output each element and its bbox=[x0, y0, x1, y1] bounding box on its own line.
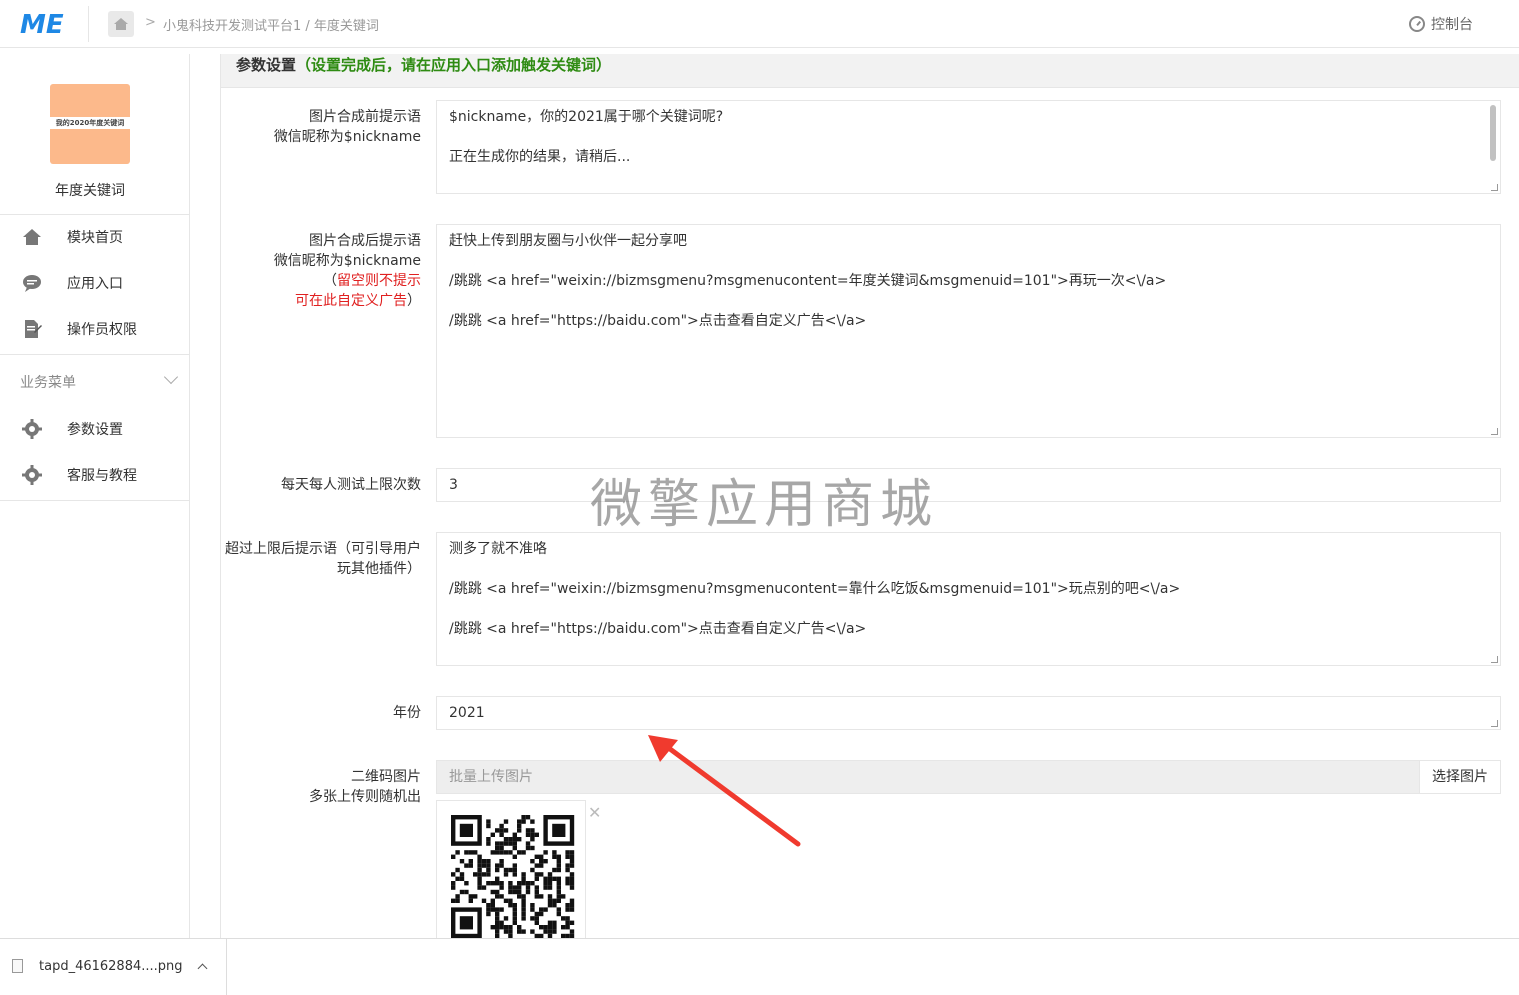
textarea-line: /跳跳 <a href="weixin://bizmsgmenu?msgmenu… bbox=[449, 273, 1167, 289]
label-text: （ bbox=[323, 273, 337, 289]
resize-handle[interactable] bbox=[1491, 656, 1498, 663]
chevron-right-icon: > bbox=[145, 15, 156, 30]
textarea-line: /跳跳 <a href="https://baidu.com">点击查看自定义广… bbox=[449, 621, 867, 637]
panel-left-border bbox=[220, 54, 221, 938]
console-link[interactable]: 控制台 bbox=[1409, 14, 1473, 34]
resize-handle[interactable] bbox=[1491, 184, 1498, 191]
label-line: 微信昵称为$nickname bbox=[273, 253, 421, 269]
console-label: 控制台 bbox=[1431, 17, 1473, 33]
business-menu-title[interactable]: 业务菜单 bbox=[20, 372, 76, 392]
batch-upload-input[interactable]: 批量上传图片 bbox=[437, 761, 1420, 793]
qrcode-label: 二维码图片 多张上传则随机出 bbox=[309, 767, 421, 807]
label-line: 图片合成前提示语 bbox=[309, 109, 421, 125]
label-line: 超过上限后提示语（可引导用户 bbox=[225, 541, 421, 557]
label-line: 微信昵称为$nickname bbox=[273, 129, 421, 145]
label-line: 玩其他插件） bbox=[337, 561, 421, 577]
red-arrow-annotation bbox=[648, 735, 801, 847]
top-header: ME > 小鬼科技开发测试平台1 / 年度关键词 控制台 bbox=[0, 0, 1519, 48]
dashboard-icon bbox=[1409, 16, 1425, 32]
sidebar-item-label: 参数设置 bbox=[67, 422, 123, 438]
label-warning-text: 留空则不提示 bbox=[337, 273, 421, 289]
textarea-line: /跳跳 <a href="weixin://bizmsgmenu?msgmenu… bbox=[449, 581, 1181, 597]
gear-icon bbox=[22, 419, 42, 439]
me-logo[interactable]: ME bbox=[20, 10, 68, 38]
sidebar-divider bbox=[0, 354, 190, 355]
label-text: ） bbox=[407, 293, 421, 309]
resize-handle[interactable] bbox=[1491, 428, 1498, 435]
chevron-down-icon[interactable] bbox=[163, 369, 179, 385]
watermark: 微擎应用商城 bbox=[590, 475, 939, 535]
panel-title: 参数设置 bbox=[236, 56, 297, 74]
sidebar-item-app-entry[interactable]: 应用入口 bbox=[0, 260, 190, 306]
over-limit-label: 超过上限后提示语（可引导用户 玩其他插件） bbox=[225, 539, 421, 579]
before-prompt-label: 图片合成前提示语 微信昵称为$nickname bbox=[274, 107, 421, 147]
select-image-button[interactable]: 选择图片 bbox=[1419, 761, 1500, 793]
sidebar-item-support-tutorial[interactable]: 客服与教程 bbox=[0, 452, 190, 498]
sidebar-item-operator-permissions[interactable]: 操作员权限 bbox=[0, 306, 190, 352]
after-prompt-label: 图片合成后提示语 微信昵称为$nickname （留空则不提示 可在此自定义广告… bbox=[274, 231, 421, 311]
qrcode-thumbnail bbox=[436, 800, 586, 940]
qrcode-image bbox=[451, 815, 575, 939]
breadcrumb[interactable]: 小鬼科技开发测试平台1 / 年度关键词 bbox=[163, 15, 379, 34]
close-icon[interactable]: ✕ bbox=[588, 803, 601, 822]
textarea-line: /跳跳 <a href="https://baidu.com">点击查看自定义广… bbox=[449, 313, 867, 329]
download-bar: tapd_46162884....png bbox=[0, 938, 1519, 995]
sidebar-item-module-home[interactable]: 模块首页 bbox=[0, 214, 190, 260]
sidebar-item-label: 操作员权限 bbox=[67, 322, 137, 338]
home-icon bbox=[114, 18, 128, 30]
chat-bubble-icon bbox=[23, 275, 41, 292]
sidebar-item-label: 应用入口 bbox=[67, 276, 123, 292]
home-button[interactable] bbox=[108, 11, 134, 37]
app-thumbnail: 我的2020年度关键词 bbox=[50, 84, 130, 164]
panel-hint: （设置完成后，请在应用入口添加触发关键词） bbox=[296, 56, 612, 74]
textarea-line: 正在生成你的结果，请稍后... bbox=[449, 149, 631, 165]
textarea-line: 赶快上传到朋友圈与小伙伴一起分享吧 bbox=[449, 233, 687, 249]
qrcode-upload-field: 批量上传图片 选择图片 bbox=[436, 760, 1501, 794]
textarea-line: 测多了就不准咯 bbox=[449, 541, 547, 557]
download-item[interactable]: tapd_46162884....png bbox=[0, 939, 227, 995]
label-line: 多张上传则随机出 bbox=[309, 789, 421, 805]
svg-text:ME: ME bbox=[20, 10, 64, 38]
textarea-line: $nickname，你的2021属于哪个关键词呢? bbox=[449, 109, 724, 125]
label-line: （留空则不提示 bbox=[274, 271, 421, 291]
over-limit-textarea[interactable]: 测多了就不准咯 /跳跳 <a href="weixin://bizmsgmenu… bbox=[436, 532, 1501, 666]
label-line: 图片合成后提示语 bbox=[309, 233, 421, 249]
chevron-up-icon[interactable] bbox=[197, 963, 208, 974]
app-name: 年度关键词 bbox=[55, 183, 125, 199]
header-divider bbox=[88, 6, 89, 42]
sidebar-item-label: 客服与教程 bbox=[67, 468, 137, 484]
label-line: 可在此自定义广告） bbox=[274, 291, 421, 311]
file-icon bbox=[12, 959, 23, 973]
after-prompt-textarea[interactable]: 赶快上传到朋友圈与小伙伴一起分享吧 /跳跳 <a href="weixin://… bbox=[436, 224, 1501, 438]
before-prompt-textarea[interactable]: $nickname，你的2021属于哪个关键词呢? 正在生成你的结果，请稍后..… bbox=[436, 100, 1501, 194]
edit-document-icon bbox=[25, 320, 42, 338]
sidebar: 我的2020年度关键词 年度关键词 模块首页 应用入口 操作员权限 业务菜单 参… bbox=[0, 54, 190, 938]
year-value: 2021 bbox=[449, 705, 485, 721]
sidebar-item-label: 模块首页 bbox=[67, 230, 123, 246]
panel-heading: 参数设置（设置完成后，请在应用入口添加触发关键词） bbox=[221, 54, 1519, 88]
label-line: 二维码图片 bbox=[351, 769, 421, 785]
year-label: 年份 bbox=[393, 705, 421, 721]
download-filename: tapd_46162884....png bbox=[39, 959, 183, 974]
sidebar-item-parameter-settings[interactable]: 参数设置 bbox=[0, 406, 190, 452]
home-icon bbox=[23, 229, 41, 245]
label-warning-text: 可在此自定义广告 bbox=[295, 293, 407, 309]
sidebar-divider bbox=[0, 500, 190, 501]
daily-limit-label: 每天每人测试上限次数 bbox=[281, 477, 421, 493]
daily-limit-value: 3 bbox=[449, 477, 458, 493]
gear-icon bbox=[22, 465, 42, 485]
resize-handle[interactable] bbox=[1491, 720, 1498, 727]
year-textarea[interactable]: 2021 bbox=[436, 696, 1501, 730]
app-thumbnail-text: 我的2020年度关键词 bbox=[50, 117, 130, 129]
scrollbar-thumb[interactable] bbox=[1490, 105, 1496, 161]
